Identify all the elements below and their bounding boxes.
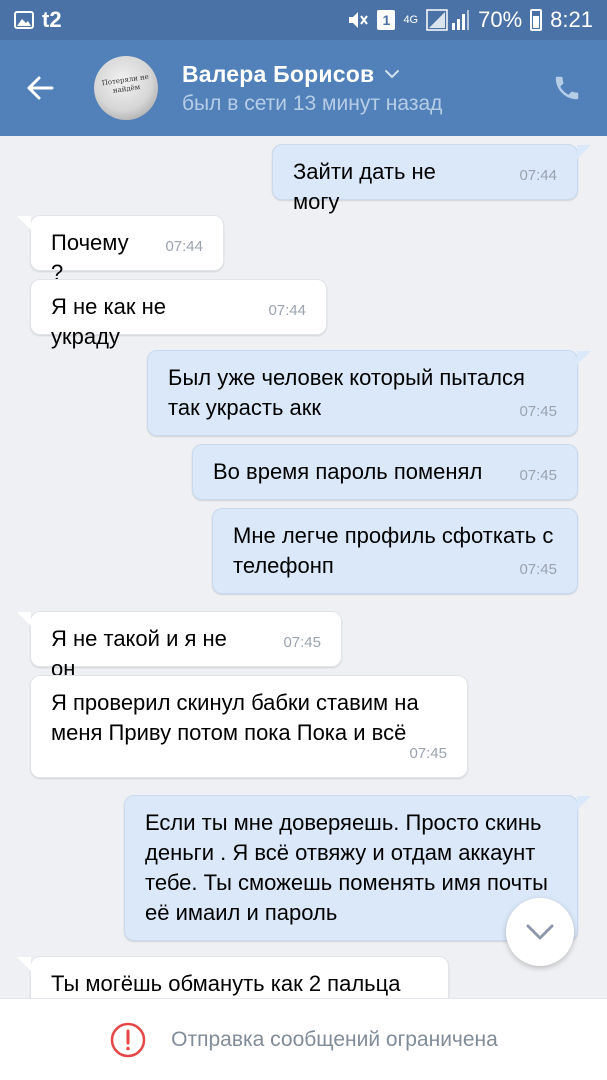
contact-name-row: Валера Борисов <box>182 61 527 88</box>
avatar[interactable]: Потеряли не найдём <box>94 56 158 120</box>
scroll-down-button[interactable] <box>506 898 574 966</box>
chevron-down-icon <box>385 70 400 79</box>
message-text: Я проверил скинул бабки ставим на меня П… <box>51 690 419 745</box>
signal-icon <box>426 9 470 31</box>
message-text: Я не как не украду <box>51 294 166 349</box>
message-bubble-outgoing[interactable]: Мне легче профиль сфоткать с телефонп 07… <box>212 508 578 594</box>
alert-circle-icon <box>110 1022 146 1057</box>
message-text: Если ты мне доверяешь. Просто скинь день… <box>145 810 548 925</box>
message-time: 07:45 <box>519 467 557 484</box>
message-bubble-outgoing[interactable]: Был уже человек который пытался так укра… <box>147 350 591 436</box>
call-button[interactable] <box>527 40 607 136</box>
message-text: Мне легче профиль сфоткать с телефонп <box>233 523 554 578</box>
message-bubble-outgoing[interactable]: Во время пароль поменял 07:45 <box>192 444 578 500</box>
message-time: 07:45 <box>283 634 321 651</box>
message-time: 07:45 <box>409 745 447 762</box>
messaging-restricted-bar: Отправка сообщений ограничена <box>0 998 607 1080</box>
message-time: 07:44 <box>165 238 203 255</box>
message-text: Ты могёшь обмануть как 2 пальца <box>51 971 401 996</box>
message-bubble-incoming[interactable]: Я проверил скинул бабки ставим на меня П… <box>30 675 468 778</box>
status-right: 1 4G 70% 8:21 <box>347 7 593 33</box>
last-seen-status: был в сети 13 минут назад <box>182 91 443 115</box>
arrow-left-icon <box>27 76 54 100</box>
message-time: 07:45 <box>519 403 557 420</box>
carrier-label: t2 <box>42 7 62 32</box>
status-left: t2 <box>14 7 62 33</box>
contact-name: Валера Борисов <box>182 60 375 87</box>
message-list[interactable]: Зайти дать не могу 07:44 Почему ? 07:44 … <box>0 136 607 998</box>
message-bubble-incoming[interactable]: Я не как не украду 07:44 <box>30 279 327 349</box>
battery-icon <box>530 9 543 31</box>
clock: 8:21 <box>550 7 593 32</box>
message-text: Я не такой и я не он <box>51 626 227 681</box>
battery-percent: 70% <box>478 7 523 32</box>
message-time: 07:45 <box>519 561 557 578</box>
phone-icon <box>555 76 579 100</box>
message-text: Почему ? <box>51 230 129 285</box>
sim-indicator: 1 <box>377 10 396 30</box>
message-bubble-incoming[interactable]: Ты могёшь обмануть как 2 пальца <box>17 956 449 998</box>
message-text: Был уже человек который пытался так укра… <box>168 365 525 420</box>
status-bar: t2 1 4G 70% 8:21 <box>0 0 607 40</box>
avatar-text: Потеряли не найдём <box>101 72 150 95</box>
message-text: Зайти дать не могу <box>293 159 436 214</box>
message-time: 07:44 <box>268 302 306 319</box>
chat-header: Потеряли не найдём Валера Борисов был в … <box>0 40 607 136</box>
message-text: Во время пароль поменял <box>213 459 483 484</box>
message-bubble-incoming[interactable]: Я не такой и я не он 07:45 <box>17 611 342 681</box>
chevron-down-icon <box>526 924 554 940</box>
message-time: 07:44 <box>519 167 557 184</box>
message-bubble-incoming[interactable]: Почему ? 07:44 <box>17 215 224 285</box>
message-bubble-outgoing[interactable]: Зайти дать не могу 07:44 <box>272 144 591 214</box>
contact-info[interactable]: Валера Борисов был в сети 13 минут назад <box>182 61 527 116</box>
back-button[interactable] <box>0 40 80 136</box>
restricted-message: Отправка сообщений ограничена <box>171 1027 498 1051</box>
network-type: 4G <box>403 14 419 26</box>
gallery-notification-icon <box>14 11 34 29</box>
mute-icon <box>349 12 369 28</box>
